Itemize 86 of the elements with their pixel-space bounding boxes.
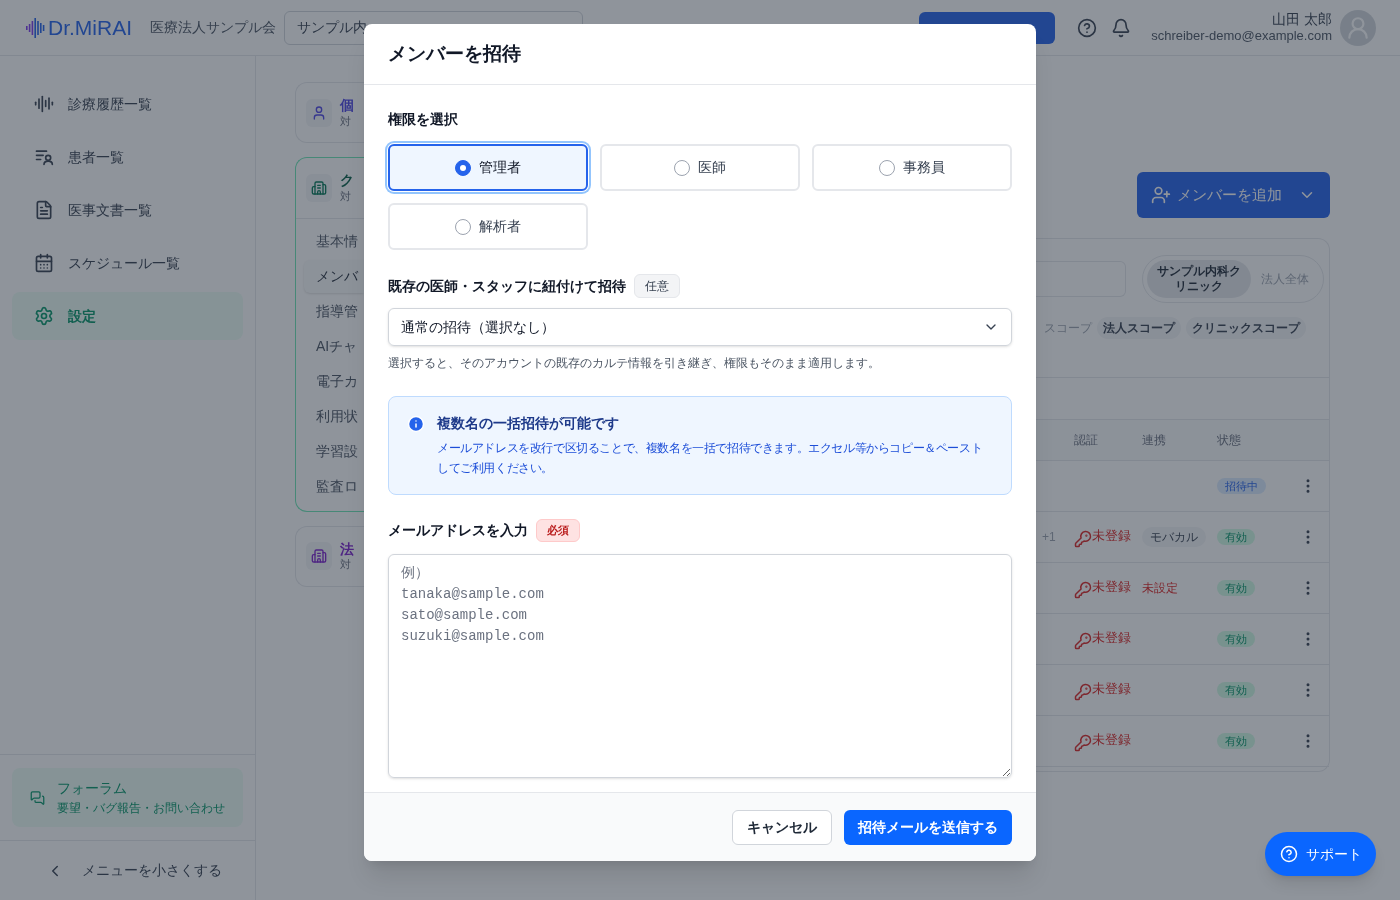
auth-status: 未登録 [1092,680,1131,698]
logo-icon [26,16,46,39]
auth-status: 未登録 [1092,629,1131,647]
scope-chip: 法人スコープ [1097,317,1181,339]
role-option[interactable]: 事務員 [812,144,1012,191]
required-badge: 必須 [536,519,580,542]
document-icon [34,200,54,220]
calendar-icon [34,253,54,273]
status-badge: 有効 [1217,631,1255,647]
add-person-icon [1151,185,1171,205]
section-label: 権限を選択 [388,110,459,129]
role-option[interactable]: 管理者 [388,144,588,191]
card-title: 個 [340,97,354,115]
link-chip: モバカル [1142,527,1206,547]
forum-card[interactable]: フォーラム 要望・バグ報告・お問い合わせ [12,768,243,827]
sidebar-item[interactable]: スケジュール一覧 [12,239,243,287]
forum-title: フォーラム [57,779,128,798]
section-label: メールアドレスを入力 [388,520,528,540]
status-badge: 有効 [1217,580,1255,596]
key-icon [1074,683,1092,701]
settings-menu-item[interactable]: 基本情 [304,224,364,258]
email-input-field[interactable]: 例） tanaka@sample.com sato@sample.com suzuki@sample.com [388,553,1012,778]
send-invite-button[interactable]: 招待メールを送信する [844,809,1012,845]
auth-status: 未登録 [1092,527,1131,545]
settings-menu-item[interactable]: 指導管 [304,294,364,328]
key-icon [1074,530,1092,548]
role-option[interactable]: 医師 [600,144,800,191]
link-status: 未設定 [1142,581,1178,595]
sidebar-item[interactable]: 医事文書一覧 [12,186,243,234]
logo-text: Dr.MiRAI [48,14,132,41]
status-badge: 有効 [1217,682,1255,698]
dialog-title: メンバーを招待 [388,41,521,66]
bell-icon[interactable] [1111,17,1132,38]
info-text: メールアドレスを改行で区切ることで、複数名を一括で招待できます。エクセル等からコピー＆ペーストしてご利用ください。 [437,440,984,477]
building-icon [311,548,327,565]
column-header: 連携 [1142,432,1167,449]
staff-select[interactable]: 通常の招待（選択なし） [388,308,1012,346]
status-badge: 有効 [1217,733,1255,749]
info-icon [407,415,425,433]
column-header: 状態 [1217,432,1242,449]
help-text: 選択すると、そのアカウントの既存のカルテ情報を引き継ぎ、権限もそのまま適用します。 [388,355,881,372]
section-label: 既存の医師・スタッフに紐付けて招待 [388,276,626,296]
collapse-menu-button[interactable]: メニューを小さくする [0,840,255,900]
card-subtitle: 対 [340,114,352,129]
sidebar-item[interactable]: 診療履歴一覧 [12,80,243,128]
sidebar-item[interactable]: 患者一覧 [12,133,243,181]
settings-menu-item[interactable]: 電子カ [304,364,364,398]
key-icon [1074,632,1092,650]
building-icon [311,179,327,196]
support-button[interactable]: サポート [1265,832,1376,876]
help-icon [1279,845,1298,863]
card-title: 法 [340,540,354,558]
card-subtitle: 対 [340,189,352,204]
settings-menu-item[interactable]: 監査ロ [304,469,364,503]
user-email: schreiber-demo@example.com [1151,28,1332,45]
sidebar-item[interactable]: 設定 [12,292,243,340]
auth-status: 未登録 [1092,578,1131,596]
forum-subtitle: 要望・バグ報告・お問い合わせ [57,800,225,817]
status-badge: 招待中 [1217,478,1266,494]
waveform-icon [34,94,54,114]
scope-card[interactable]: 法 対 [295,525,364,587]
role-option[interactable]: 解析者 [388,203,588,250]
optional-badge: 任意 [634,274,680,298]
cancel-button[interactable]: キャンセル [732,809,832,845]
status-badge: 有効 [1217,529,1255,545]
settings-menu-item[interactable]: メンバ [304,259,364,293]
card-subtitle: 対 [340,558,352,572]
organization-name: 医療法人サンプル会 [150,18,276,37]
scope-chip: クリニックスコープ [1186,317,1306,339]
column-header: 認証 [1074,432,1099,449]
settings-menu-item[interactable]: AIチャ [304,329,364,363]
settings-menu-item[interactable]: 利用状 [304,399,364,433]
key-icon [1074,734,1092,752]
scope-card[interactable]: 個 対 [295,82,364,144]
person-icon [311,104,327,121]
settings-menu-item[interactable]: 学習設 [304,434,364,468]
key-icon [1074,581,1092,599]
help-icon[interactable] [1077,17,1098,38]
add-member-button[interactable]: メンバーを追加 [1137,172,1330,218]
card-title: ク [340,172,354,190]
auth-status: 未登録 [1092,731,1131,749]
user-name: 山田 太郎 [1272,10,1332,29]
settings-icon [34,306,54,326]
info-title: 複数名の一括招待が可能です [437,414,620,433]
org-toggle-option[interactable]: サンプル内科クリニック [1147,260,1251,298]
list-person-icon [34,147,54,167]
